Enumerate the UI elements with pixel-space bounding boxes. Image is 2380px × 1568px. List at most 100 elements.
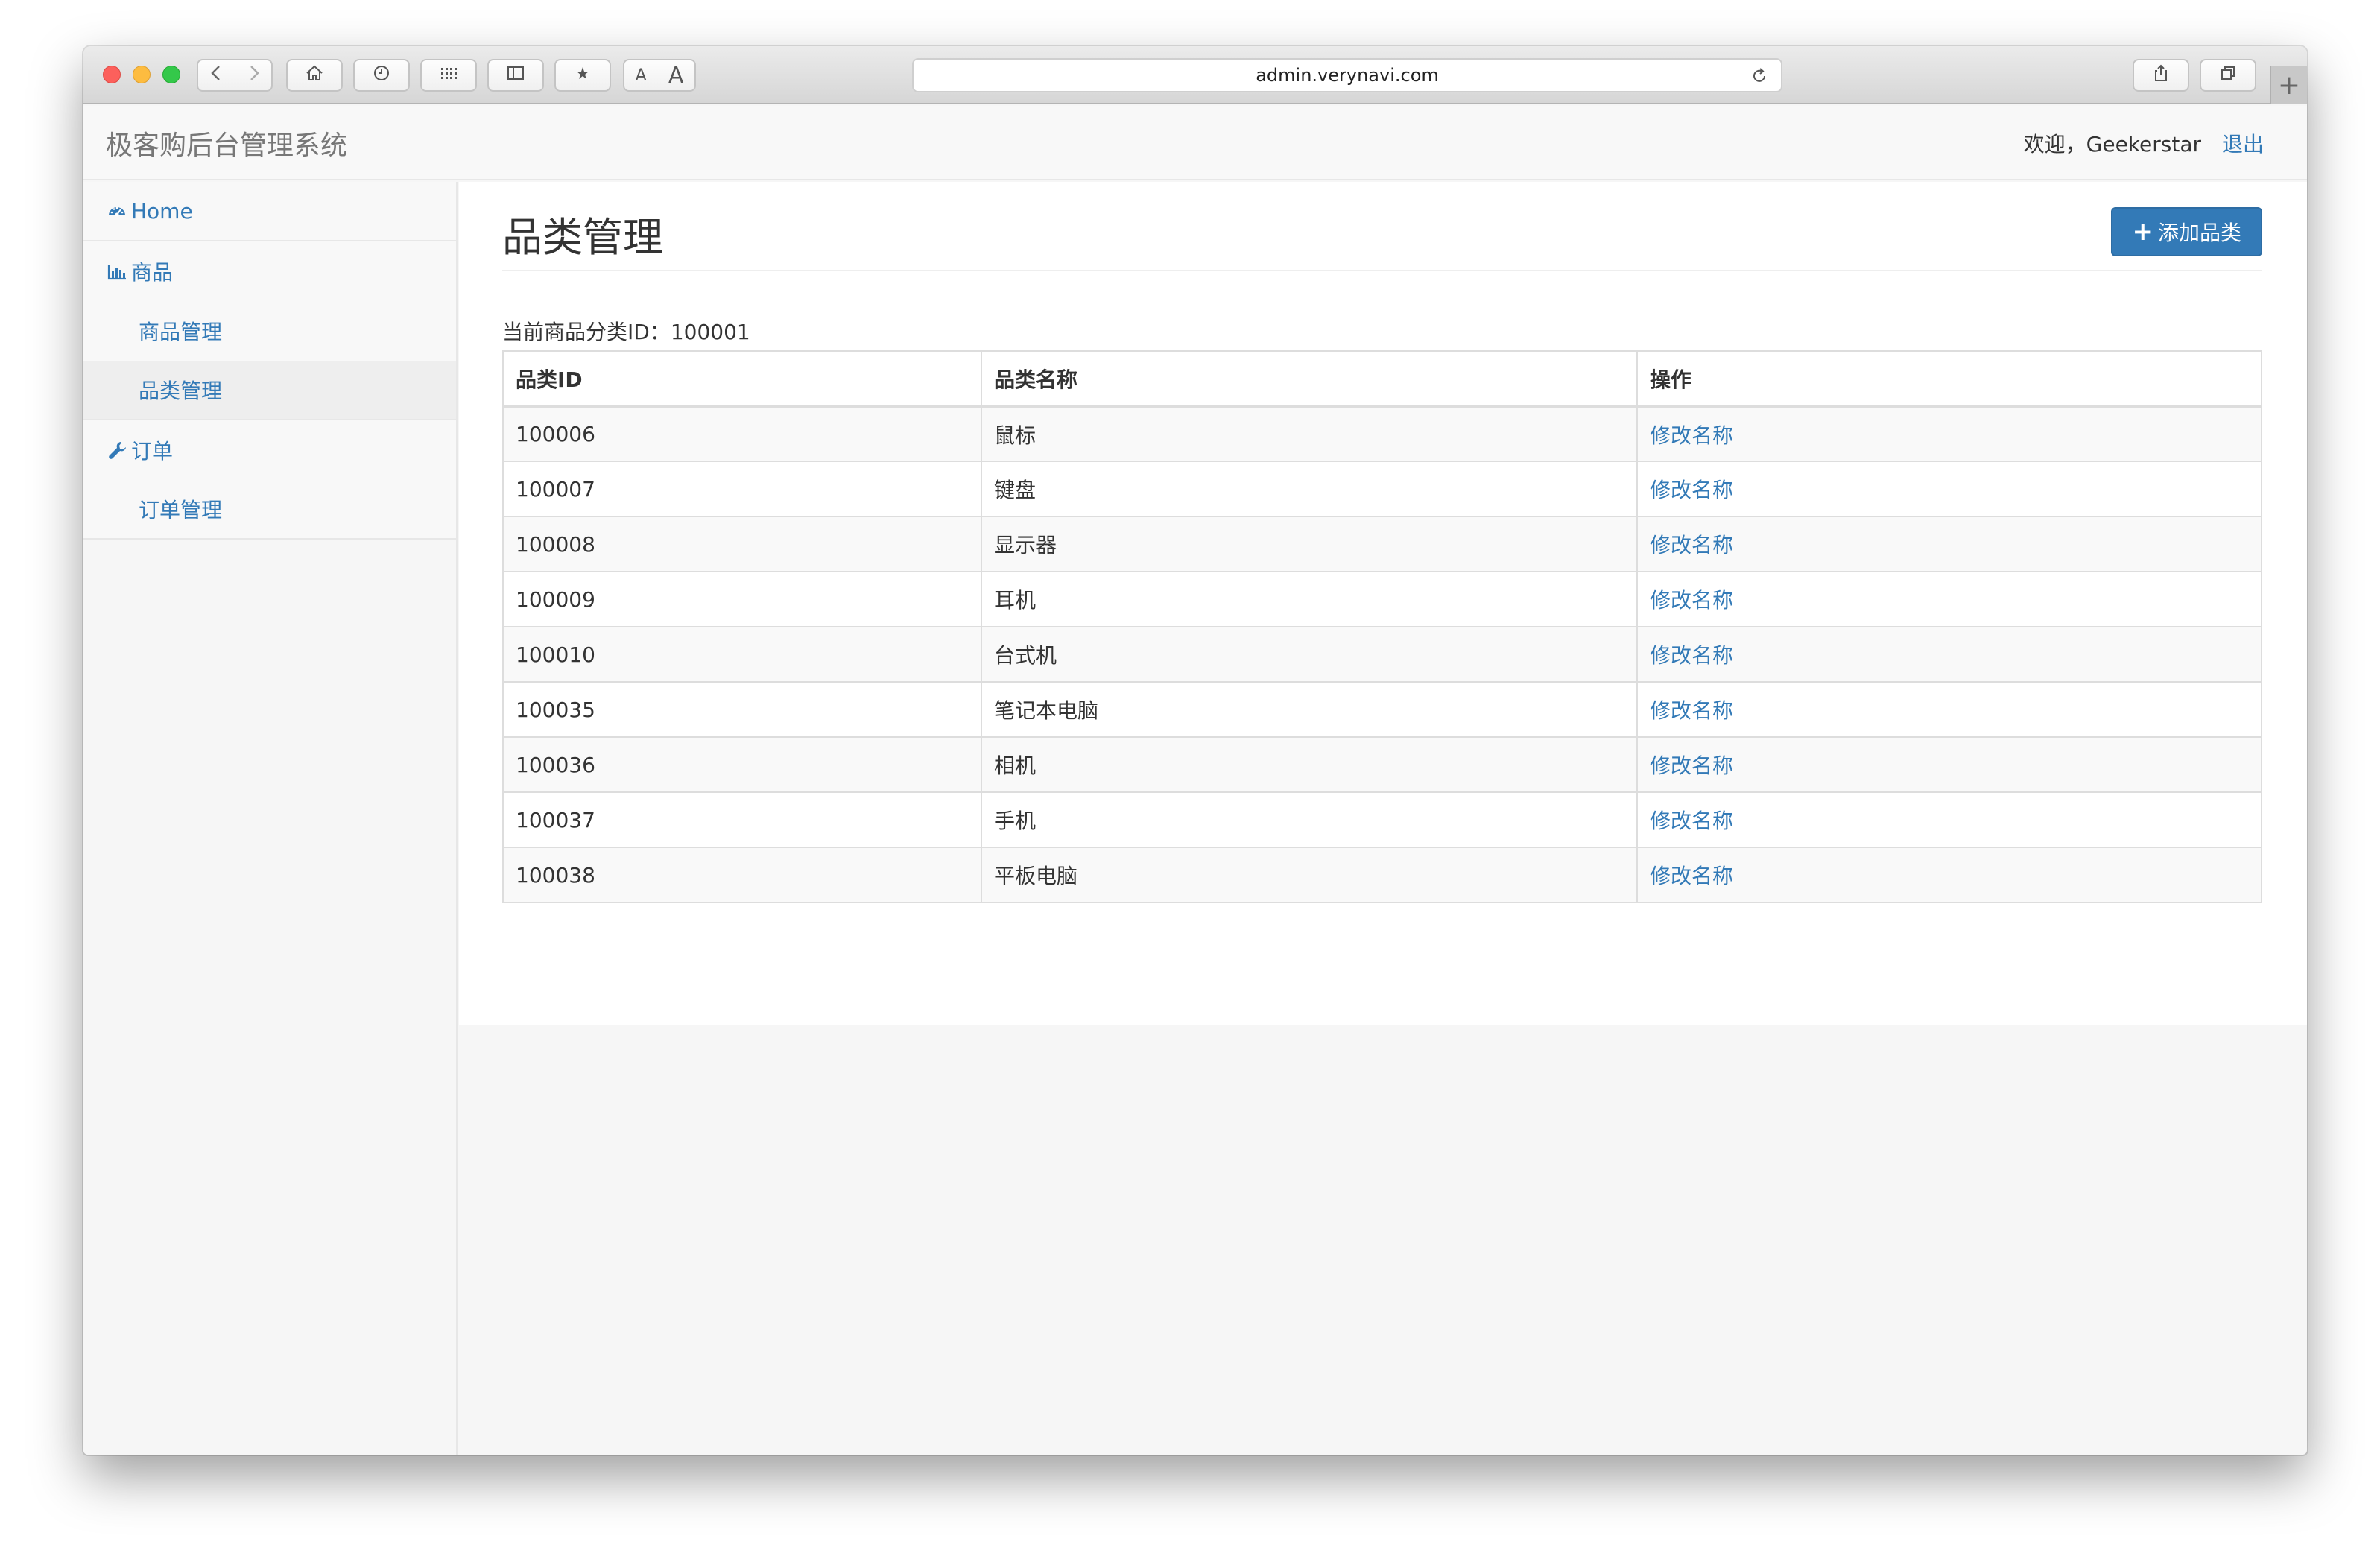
current-category-label: 当前商品分类ID：	[502, 320, 671, 344]
add-category-label: 添加品类	[2157, 221, 2241, 245]
app-navbar: 极客购后台管理系统 欢迎，Geekerstar 退出	[83, 106, 2307, 180]
history-button[interactable]	[353, 59, 410, 92]
rename-link[interactable]: 修改名称	[1650, 809, 1733, 833]
column-header-id: 品类ID	[502, 350, 982, 408]
minimize-window-button[interactable]	[133, 66, 151, 83]
brand-title[interactable]: 极客购后台管理系统	[106, 106, 347, 180]
category-id-cell: 100038	[502, 847, 982, 903]
browser-window: A A admin.verynavi.com + 极客购后台管理系统 欢迎，Ge…	[83, 46, 2307, 1455]
table-row: 100035 笔记本电脑 修改名称	[502, 681, 2262, 738]
bar-chart-icon	[106, 261, 128, 282]
category-name-cell: 耳机	[981, 571, 1638, 627]
logout-link[interactable]: 退出	[2222, 128, 2264, 158]
tabs-overview-button[interactable]	[2200, 59, 2256, 92]
sidebar-item-home[interactable]: Home	[83, 182, 456, 241]
sidebar-item-category-manage[interactable]: 品类管理	[83, 361, 456, 420]
action-cell: 修改名称	[1636, 405, 2262, 462]
bookmarks-button[interactable]	[554, 59, 611, 92]
sidebar-toggle-button[interactable]	[487, 59, 544, 92]
category-id-cell: 100006	[502, 405, 982, 462]
user-area: 欢迎，Geekerstar 退出	[2024, 106, 2264, 180]
column-header-action: 操作	[1636, 350, 2262, 408]
category-name-cell: 笔记本电脑	[981, 681, 1638, 738]
table-row: 100038 平板电脑 修改名称	[502, 847, 2262, 903]
action-cell: 修改名称	[1636, 461, 2262, 517]
add-category-button[interactable]: + 添加品类	[2111, 207, 2262, 256]
category-name-cell: 显示器	[981, 516, 1638, 572]
rename-link[interactable]: 修改名称	[1650, 864, 1733, 888]
share-icon	[2151, 63, 2171, 88]
current-category-id: 100001	[670, 320, 750, 344]
bookmark-star-icon	[573, 63, 592, 88]
action-cell: 修改名称	[1636, 847, 2262, 903]
rename-link[interactable]: 修改名称	[1650, 753, 1733, 778]
category-id-cell: 100007	[502, 461, 982, 517]
table-row: 100010 台式机 修改名称	[502, 626, 2262, 683]
action-cell: 修改名称	[1636, 791, 2262, 848]
sidebar: Home 商品 商品管理 品类管理 订单 订单管理	[83, 182, 458, 1455]
table-row: 100009 耳机 修改名称	[502, 571, 2262, 627]
share-button[interactable]	[2133, 59, 2189, 92]
page-header: 品类管理 + 添加品类	[502, 182, 2262, 271]
rename-link[interactable]: 修改名称	[1650, 423, 1733, 448]
sidebar-group-orders-label: 订单	[131, 439, 174, 464]
grid-icon	[439, 63, 458, 88]
forward-icon[interactable]	[244, 63, 263, 88]
welcome-text: 欢迎，Geekerstar	[2023, 132, 2201, 157]
category-table: 品类ID 品类名称 操作 100006 鼠标 修改名称 100007 键盘 修改…	[502, 350, 2262, 903]
category-id-cell: 100035	[502, 681, 982, 738]
table-row: 100037 手机 修改名称	[502, 791, 2262, 848]
text-size-buttons: A A	[623, 59, 696, 92]
plus-icon: +	[2132, 217, 2153, 247]
dashboard-icon	[106, 200, 128, 221]
text-larger-button[interactable]: A	[668, 63, 684, 89]
category-id-cell: 100010	[502, 626, 982, 683]
sidebar-group-orders[interactable]: 订单	[83, 420, 456, 480]
main-content: 品类管理 + 添加品类 当前商品分类ID：100001 品类ID 品类名称 操作…	[459, 182, 2307, 1025]
action-cell: 修改名称	[1636, 626, 2262, 683]
action-cell: 修改名称	[1636, 681, 2262, 738]
back-forward-buttons	[197, 59, 273, 92]
back-icon[interactable]	[207, 63, 227, 88]
category-id-cell: 100008	[502, 516, 982, 572]
rename-link[interactable]: 修改名称	[1650, 588, 1733, 613]
sidebar-group-products-label: 商品	[131, 260, 174, 285]
category-name-cell: 键盘	[981, 461, 1638, 517]
close-window-button[interactable]	[103, 66, 121, 83]
url-text: admin.verynavi.com	[1256, 65, 1439, 86]
new-tab-button[interactable]: +	[2270, 66, 2307, 104]
wrench-icon	[106, 440, 128, 461]
rename-link[interactable]: 修改名称	[1650, 698, 1733, 723]
zoom-window-button[interactable]	[162, 66, 180, 83]
sidebar-icon	[506, 63, 525, 88]
text-smaller-button[interactable]: A	[636, 66, 647, 85]
top-sites-button[interactable]	[420, 59, 477, 92]
category-id-cell: 100037	[502, 791, 982, 848]
tabs-icon	[2218, 63, 2238, 88]
category-name-cell: 相机	[981, 736, 1638, 793]
home-icon	[305, 63, 324, 88]
category-name-cell: 手机	[981, 791, 1638, 848]
table-row: 100006 鼠标 修改名称	[502, 405, 2262, 462]
sidebar-group-products[interactable]: 商品	[83, 241, 456, 301]
browser-toolbar: A A admin.verynavi.com +	[83, 46, 2307, 104]
sidebar-item-order-manage[interactable]: 订单管理	[83, 480, 456, 540]
category-name-cell: 台式机	[981, 626, 1638, 683]
rename-link[interactable]: 修改名称	[1650, 478, 1733, 502]
rename-link[interactable]: 修改名称	[1650, 643, 1733, 668]
action-cell: 修改名称	[1636, 516, 2262, 572]
table-row: 100007 键盘 修改名称	[502, 461, 2262, 517]
table-row: 100036 相机 修改名称	[502, 736, 2262, 793]
page-title: 品类管理	[502, 214, 663, 261]
table-row: 100008 显示器 修改名称	[502, 516, 2262, 572]
clock-icon	[372, 63, 391, 88]
reload-icon[interactable]	[1750, 66, 1769, 86]
sidebar-item-home-label: Home	[131, 198, 193, 224]
home-button[interactable]	[286, 59, 343, 92]
rename-link[interactable]: 修改名称	[1650, 533, 1733, 557]
category-name-cell: 平板电脑	[981, 847, 1638, 903]
column-header-name: 品类名称	[981, 350, 1638, 408]
address-bar[interactable]: admin.verynavi.com	[912, 58, 1782, 92]
sidebar-item-product-manage[interactable]: 商品管理	[83, 301, 456, 361]
category-id-cell: 100009	[502, 571, 982, 627]
